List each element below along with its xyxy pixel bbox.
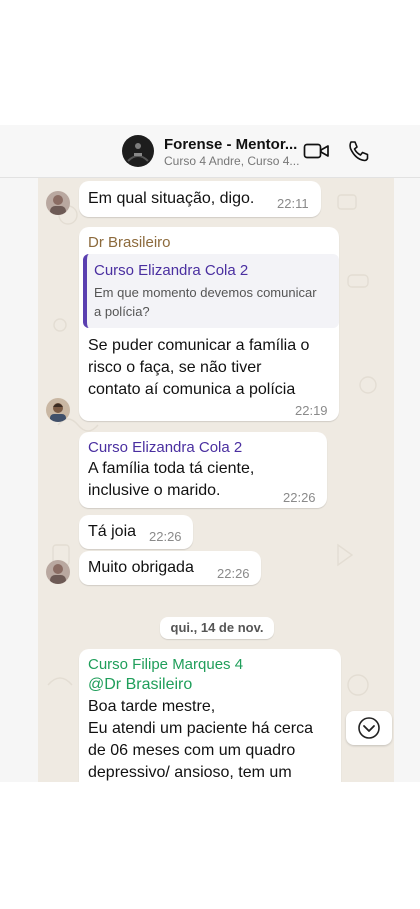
- message-time: 22:19: [295, 403, 328, 418]
- message-bubble[interactable]: Em qual situação, digo. 22:11: [79, 181, 321, 217]
- quote-author: Curso Elizandra Cola 2: [94, 262, 249, 279]
- message-line: A família toda tá ciente,: [88, 460, 255, 477]
- scroll-to-bottom-button[interactable]: [346, 711, 392, 745]
- quoted-message[interactable]: Curso Elizandra Cola 2 Em que momento de…: [83, 254, 339, 328]
- message-time: 22:26: [283, 490, 316, 505]
- message-line: Eu atendi um paciente há cerca: [88, 720, 314, 737]
- date-separator: qui., 14 de nov.: [160, 617, 274, 639]
- message-bubble[interactable]: Tá joia 22:26: [79, 515, 193, 549]
- message-line: depressivo/ ansioso, tem um: [88, 764, 292, 781]
- sender-avatar[interactable]: [46, 560, 70, 584]
- group-title[interactable]: Forense - Mentor...: [164, 136, 297, 153]
- message-bubble[interactable]: Curso Elizandra Cola 2 A família toda tá…: [79, 432, 327, 508]
- sender-avatar[interactable]: [46, 398, 70, 422]
- message-text: Em qual situação, digo.: [88, 190, 255, 207]
- group-members[interactable]: Curso 4 Andre, Curso 4...: [164, 154, 299, 168]
- video-camera-icon[interactable]: [303, 139, 331, 163]
- mention-link[interactable]: @Dr Brasileiro: [88, 674, 192, 696]
- sender-name[interactable]: Curso Filipe Marques 4: [88, 656, 243, 673]
- message-line: risco o faça, se não tiver: [88, 359, 262, 376]
- message-bubble[interactable]: Curso Filipe Marques 4 @Dr Brasileiro Bo…: [79, 649, 341, 782]
- chevron-down-icon: [358, 717, 380, 739]
- phone-icon[interactable]: [346, 139, 374, 163]
- message-bubble[interactable]: Dr Brasileiro Curso Elizandra Cola 2 Em …: [79, 227, 339, 421]
- message-line: de 06 meses com um quadro: [88, 742, 296, 759]
- message-line: Boa tarde mestre,: [88, 698, 216, 715]
- chat-screen: Forense - Mentor... Curso 4 Andre, Curso…: [0, 125, 420, 782]
- chat-header[interactable]: Forense - Mentor... Curso 4 Andre, Curso…: [0, 125, 420, 178]
- sender-name[interactable]: Curso Elizandra Cola 2: [88, 439, 242, 456]
- sender-avatar[interactable]: [46, 191, 70, 215]
- message-time: 22:11: [277, 196, 309, 211]
- message-text: Tá joia: [88, 523, 137, 540]
- message-time: 22:26: [149, 529, 182, 544]
- right-margin: [394, 125, 420, 782]
- sender-name[interactable]: Dr Brasileiro: [88, 234, 171, 251]
- message-text: Muito obrigada: [88, 559, 194, 576]
- message-bubble[interactable]: Muito obrigada 22:26: [79, 551, 261, 585]
- message-line: contato aí comunica a polícia: [88, 381, 296, 398]
- group-avatar[interactable]: [122, 135, 154, 167]
- message-line: inclusive o marido.: [88, 482, 221, 499]
- left-margin: [0, 125, 38, 782]
- message-time: 22:26: [217, 566, 250, 581]
- quote-text: Em que momento devemos comunicar: [94, 285, 317, 300]
- message-line: Se puder comunicar a família o: [88, 337, 310, 354]
- quote-text: a polícia?: [94, 304, 150, 319]
